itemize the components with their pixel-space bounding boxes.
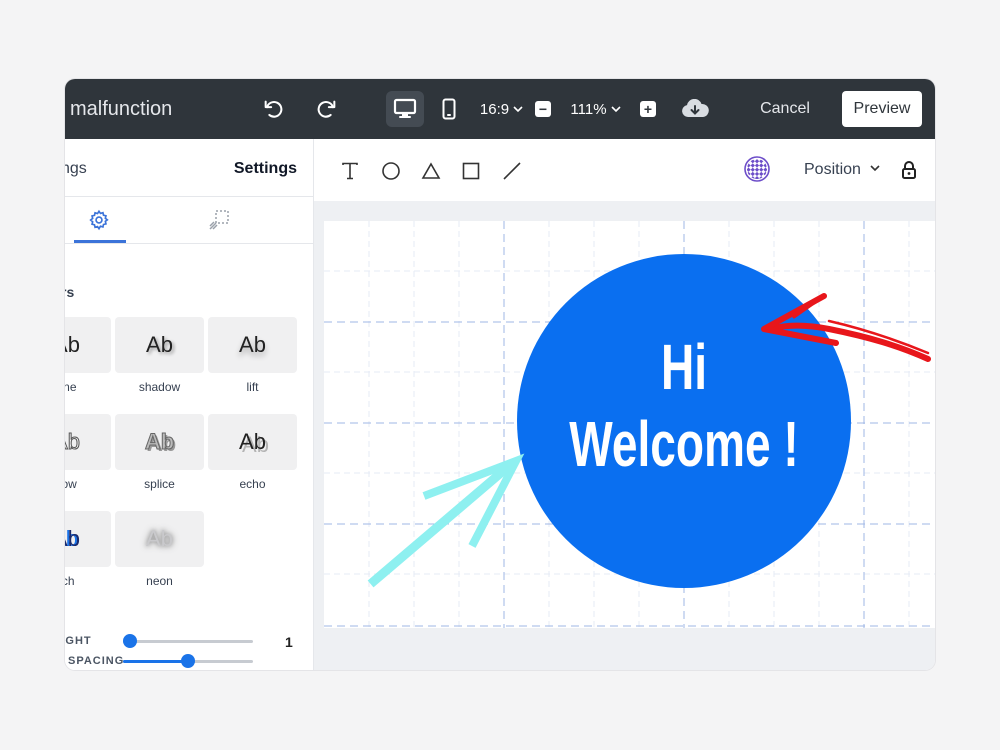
gear-icon bbox=[89, 209, 109, 231]
line-height-value: 1 bbox=[285, 634, 293, 650]
desktop-icon bbox=[393, 98, 417, 118]
letter-spacing-fill bbox=[123, 660, 188, 663]
line-height-label: EIGHT bbox=[65, 635, 92, 647]
effect-tile[interactable]: Ab bbox=[65, 414, 111, 470]
design-canvas[interactable]: Hi Welcome ! bbox=[324, 221, 935, 628]
sidebar-tabs bbox=[65, 197, 313, 244]
canvas-area: Hi Welcome ! bbox=[314, 201, 935, 670]
mobile-view-button[interactable] bbox=[438, 97, 460, 121]
effect-tile[interactable]: Ab bbox=[115, 511, 204, 567]
effect-tile[interactable]: Ab bbox=[208, 414, 297, 470]
plus-icon: + bbox=[640, 101, 656, 117]
position-dropdown[interactable]: Position bbox=[804, 161, 881, 179]
zoom-out-button[interactable]: − bbox=[535, 101, 551, 117]
effect-label: splice bbox=[144, 477, 175, 491]
sidebar-header-title: Settings bbox=[233, 160, 297, 177]
triangle-tool-icon[interactable] bbox=[420, 160, 442, 182]
effect-label: llow bbox=[65, 477, 77, 491]
effect-tile[interactable]: Ab bbox=[115, 317, 204, 373]
effect-preview: Ab bbox=[144, 429, 175, 455]
tab-animation[interactable] bbox=[207, 208, 231, 232]
chevron-down-icon bbox=[870, 165, 880, 172]
square-tool-icon[interactable] bbox=[460, 160, 482, 182]
effect-tile[interactable]: Ab bbox=[115, 414, 204, 470]
position-label: Position bbox=[804, 161, 861, 178]
line-height-slider[interactable] bbox=[123, 640, 253, 643]
animation-icon bbox=[209, 210, 229, 230]
headline-line-1[interactable]: Hi bbox=[661, 332, 707, 403]
document-title[interactable]: malfunction bbox=[70, 98, 172, 121]
effect-preview: Ab bbox=[65, 332, 80, 357]
lock-button[interactable] bbox=[900, 159, 918, 181]
settings-sidebar: tings Settings rs Ab one Ab bbox=[65, 139, 314, 670]
effect-tile[interactable]: Ab bbox=[208, 317, 297, 373]
effect-label: neon bbox=[146, 574, 173, 588]
preview-button[interactable]: Preview bbox=[842, 91, 922, 127]
effect-label: echo bbox=[239, 477, 266, 491]
effect-preview: Ab bbox=[239, 332, 266, 357]
desktop-view-button[interactable] bbox=[386, 91, 424, 127]
sidebar-header: tings Settings bbox=[65, 139, 313, 197]
effect-preview: Ab bbox=[65, 429, 80, 455]
effect-preview: Ab bbox=[146, 332, 173, 357]
effect-preview: Ab bbox=[239, 429, 266, 454]
effect-tile[interactable]: Ab bbox=[65, 317, 111, 373]
line-tool-icon[interactable] bbox=[501, 160, 523, 182]
aspect-ratio-value: 16:9 bbox=[479, 100, 510, 118]
effect-label: one bbox=[65, 380, 77, 394]
cancel-button[interactable]: Cancel bbox=[739, 79, 831, 139]
chevron-down-icon bbox=[513, 106, 523, 113]
chevron-down-icon bbox=[610, 106, 621, 113]
redo-icon[interactable] bbox=[315, 97, 339, 121]
top-bar: malfunction 16:9 − 111% + Cancel Preview bbox=[65, 79, 935, 139]
canvas-artwork: Hi Welcome ! bbox=[324, 221, 935, 628]
effect-label: tch bbox=[65, 574, 75, 588]
active-tab-indicator bbox=[74, 240, 126, 243]
lock-icon bbox=[902, 161, 916, 179]
zoom-value: 111% bbox=[570, 100, 607, 118]
circle-tool-icon[interactable] bbox=[380, 160, 402, 182]
headline-line-2[interactable]: Welcome ! bbox=[569, 409, 799, 480]
letter-spacing-label: SPACING bbox=[68, 655, 125, 667]
download-button[interactable] bbox=[681, 97, 709, 121]
undo-icon[interactable] bbox=[261, 97, 285, 121]
zoom-select[interactable]: 111% bbox=[570, 79, 622, 139]
tab-settings[interactable] bbox=[87, 208, 111, 232]
effect-label: shadow bbox=[138, 380, 181, 394]
aspect-ratio-select[interactable]: 16:9 bbox=[479, 79, 525, 139]
cyan-arrow-icon bbox=[367, 453, 525, 588]
shape-toolbar: Position bbox=[314, 139, 935, 202]
letter-spacing-thumb[interactable] bbox=[181, 654, 195, 668]
effect-label: lift bbox=[246, 380, 259, 394]
effect-preview: Ab bbox=[65, 526, 80, 551]
cloud-download-icon bbox=[682, 99, 709, 117]
transparency-icon bbox=[744, 156, 770, 182]
section-title: rs bbox=[65, 284, 75, 300]
transparency-button[interactable] bbox=[744, 156, 770, 182]
effect-preview: Ab bbox=[146, 526, 173, 551]
sidebar-header-left: tings bbox=[65, 160, 87, 177]
zoom-in-button[interactable]: + bbox=[640, 101, 656, 117]
mobile-icon bbox=[442, 98, 456, 120]
text-tool-icon[interactable] bbox=[339, 160, 361, 182]
line-height-thumb[interactable] bbox=[123, 634, 137, 648]
editor-window: malfunction 16:9 − 111% + Cancel Preview… bbox=[65, 79, 935, 670]
minus-icon: − bbox=[535, 101, 551, 117]
effect-tile[interactable]: Ab bbox=[65, 511, 111, 567]
